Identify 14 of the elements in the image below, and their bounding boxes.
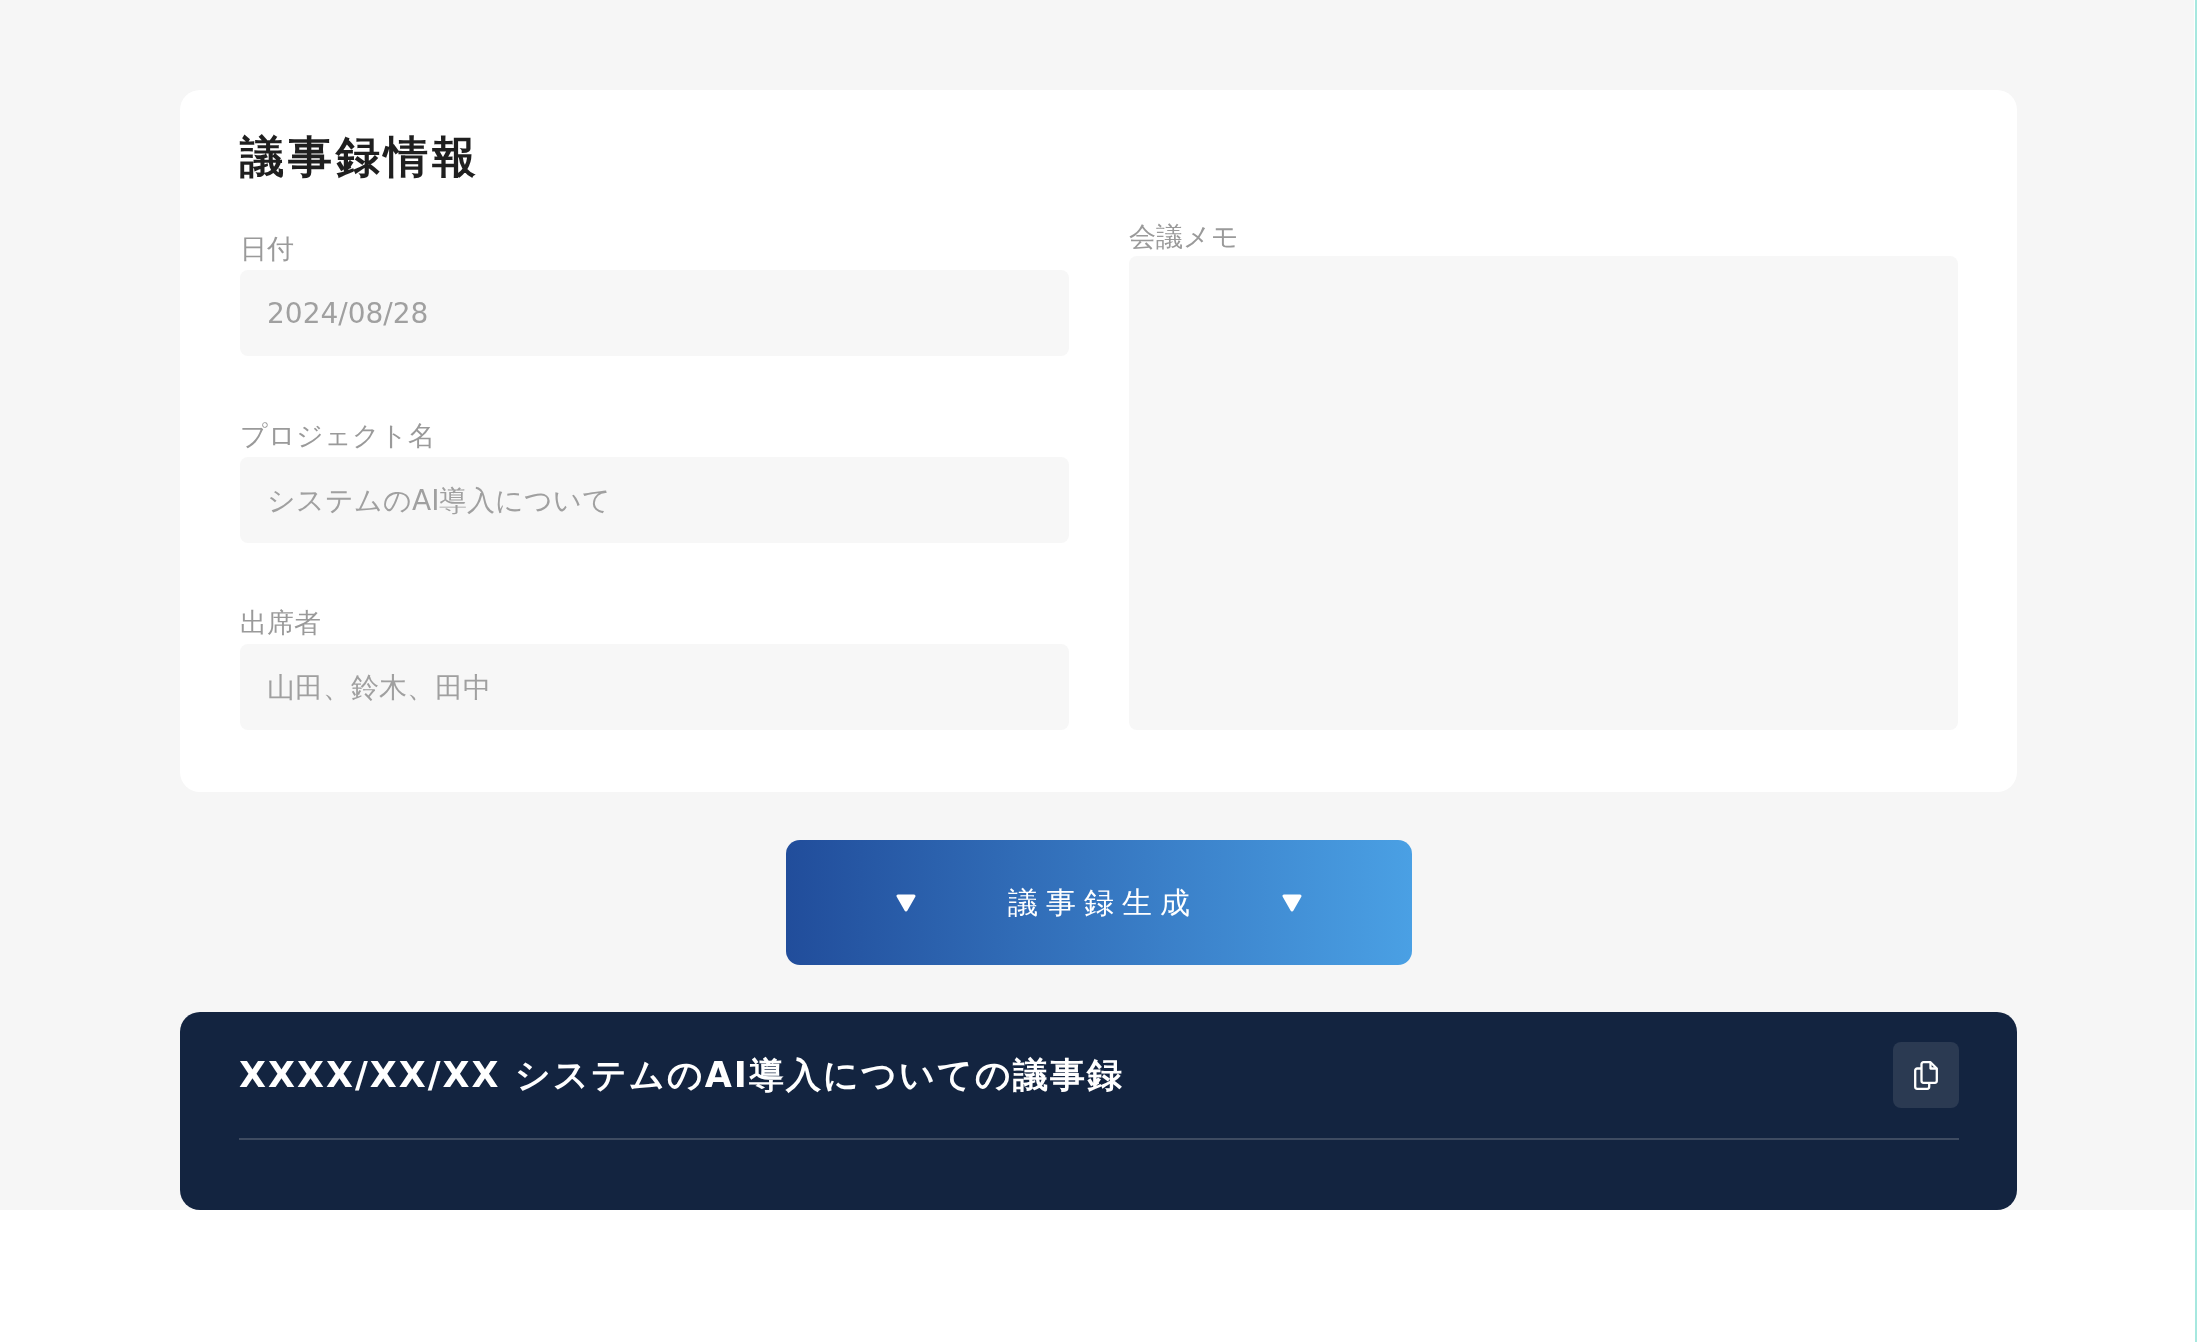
copy-icon	[1914, 1060, 1938, 1090]
field-label: 会議メモ	[1129, 220, 1239, 254]
generate-button[interactable]: 議事録生成	[785, 840, 1412, 965]
input-field[interactable]: 2024/08/28	[240, 270, 1069, 356]
section-title: 議事録情報	[240, 130, 481, 184]
triangle-down-icon	[895, 893, 916, 912]
input-field[interactable]: 山田、鈴木、田中	[240, 644, 1069, 730]
copy-button[interactable]	[1893, 1042, 1959, 1108]
field-label: 日付	[240, 232, 294, 266]
result-title: XXXX/XX/XX システムのAI導入についての議事録	[239, 1054, 1124, 1097]
input-field[interactable]: システムのAI導入について	[240, 457, 1069, 543]
field-label: 出席者	[240, 606, 321, 640]
field-label: プロジェクト名	[240, 419, 435, 453]
triangle-down-icon	[1281, 893, 1302, 912]
